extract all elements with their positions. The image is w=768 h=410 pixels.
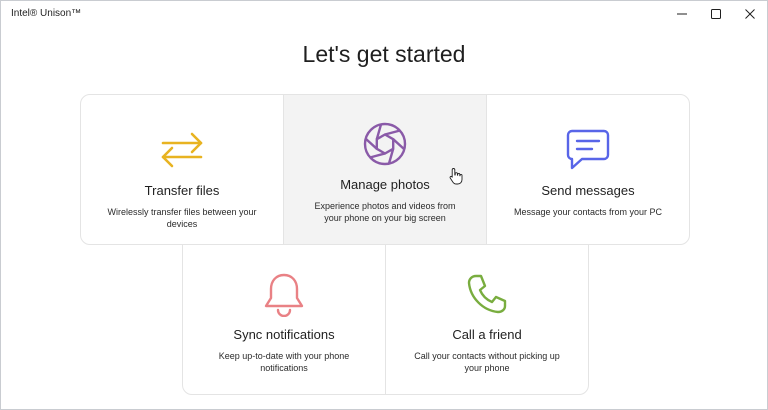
card-description: Message your contacts from your PC <box>513 207 663 217</box>
minimize-icon <box>677 13 687 15</box>
transfer-files-card[interactable]: Transfer files Wirelessly transfer files… <box>80 94 284 245</box>
title-bar[interactable]: Intel® Unison™ <box>1 1 767 27</box>
bell-icon <box>259 269 309 319</box>
camera-aperture-icon <box>360 119 410 169</box>
card-description: Wirelessly transfer files between your d… <box>107 207 257 229</box>
send-messages-card[interactable]: Send messages Message your contacts from… <box>486 94 690 245</box>
chat-bubble-icon <box>563 125 613 175</box>
hand-pointer-icon <box>449 168 463 185</box>
card-title: Send messages <box>541 183 635 198</box>
app-window: Intel® Unison™ Let's get started Transfe… <box>0 0 768 410</box>
phone-icon <box>462 269 512 319</box>
close-button[interactable] <box>733 1 767 27</box>
sync-notifications-card[interactable]: Sync notifications Keep up-to-date with … <box>182 244 386 395</box>
maximize-icon <box>711 9 721 19</box>
card-title: Transfer files <box>144 183 220 198</box>
transfer-arrows-icon <box>157 125 207 175</box>
card-title: Call a friend <box>452 327 522 342</box>
card-description: Call your contacts without picking up yo… <box>414 351 560 373</box>
page-title: Let's get started <box>302 41 466 67</box>
minimize-button[interactable] <box>665 1 699 27</box>
card-description: Experience photos and videos from your p… <box>314 201 456 223</box>
maximize-button[interactable] <box>699 1 733 27</box>
card-description: Keep up-to-date with your phone notifica… <box>218 351 350 373</box>
card-title: Sync notifications <box>233 327 335 342</box>
call-a-friend-card[interactable]: Call a friend Call your contacts without… <box>385 244 589 395</box>
app-title: Intel® Unison™ <box>11 8 82 19</box>
window-controls <box>665 1 767 27</box>
card-title: Manage photos <box>340 177 430 192</box>
close-icon <box>745 9 755 19</box>
